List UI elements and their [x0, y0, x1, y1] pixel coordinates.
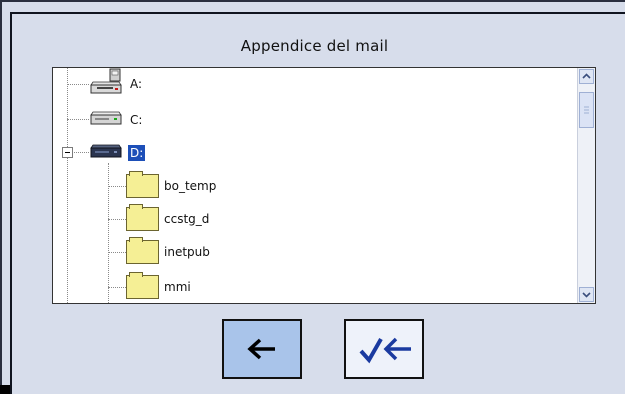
check-arrow-left-icon — [359, 337, 411, 364]
tree-connector — [67, 119, 89, 120]
tree-item-drive-c[interactable]: C: — [89, 107, 144, 133]
folder-tree-panel: A: C: D: bo_temp ccstg_d inetpub mmi — [52, 67, 596, 304]
tree-item-label: mmi — [164, 280, 191, 294]
tree-connector — [108, 163, 109, 303]
folder-icon — [126, 204, 159, 231]
folder-tree: A: C: D: bo_temp ccstg_d inetpub mmi — [53, 68, 579, 303]
mail-attachment-dialog: Appendice del mail A: C: D: bo_temp ccst… — [0, 0, 625, 394]
tree-item-folder[interactable]: ccstg_d — [126, 204, 211, 232]
tree-item-folder[interactable]: inetpub — [126, 237, 212, 265]
tree-item-drive-d[interactable]: D: — [89, 140, 146, 166]
confirm-button[interactable] — [344, 319, 424, 379]
tree-connector — [67, 68, 68, 303]
tree-item-folder[interactable]: bo_temp — [126, 171, 218, 199]
folder-icon — [126, 237, 159, 264]
tree-connector — [108, 287, 126, 288]
scroll-up-button[interactable] — [579, 69, 594, 84]
tree-item-label: ccstg_d — [164, 212, 210, 226]
tree-connector — [108, 219, 126, 220]
folder-icon — [126, 171, 159, 198]
tree-item-label: D: — [128, 145, 146, 161]
tree-item-folder[interactable]: mmi — [126, 272, 193, 300]
back-button[interactable] — [222, 319, 302, 379]
tree-item-label: A: — [130, 77, 143, 91]
tree-item-label: bo_temp — [164, 179, 217, 193]
chevron-up-icon — [582, 73, 591, 79]
hard-drive-icon — [89, 108, 125, 132]
arrow-left-icon — [247, 338, 275, 360]
tree-connector — [108, 252, 126, 253]
tree-item-label: C: — [130, 113, 143, 127]
scrollbar-thumb[interactable] — [579, 92, 594, 128]
tree-item-label: inetpub — [164, 245, 210, 259]
grip-icon — [584, 106, 589, 114]
hard-drive-icon — [89, 141, 125, 165]
floppy-drive-icon — [89, 68, 125, 100]
folder-icon — [126, 272, 159, 299]
tree-item-drive-a[interactable]: A: — [89, 68, 144, 100]
collapse-toggle-icon[interactable] — [62, 147, 73, 158]
dialog-title: Appendice del mail — [240, 37, 389, 55]
tree-connector — [67, 84, 89, 85]
tree-connector — [108, 186, 126, 187]
tree-connector — [72, 152, 89, 153]
scroll-down-button[interactable] — [579, 287, 594, 302]
chevron-down-icon — [582, 292, 591, 298]
vertical-scrollbar[interactable] — [577, 68, 595, 303]
